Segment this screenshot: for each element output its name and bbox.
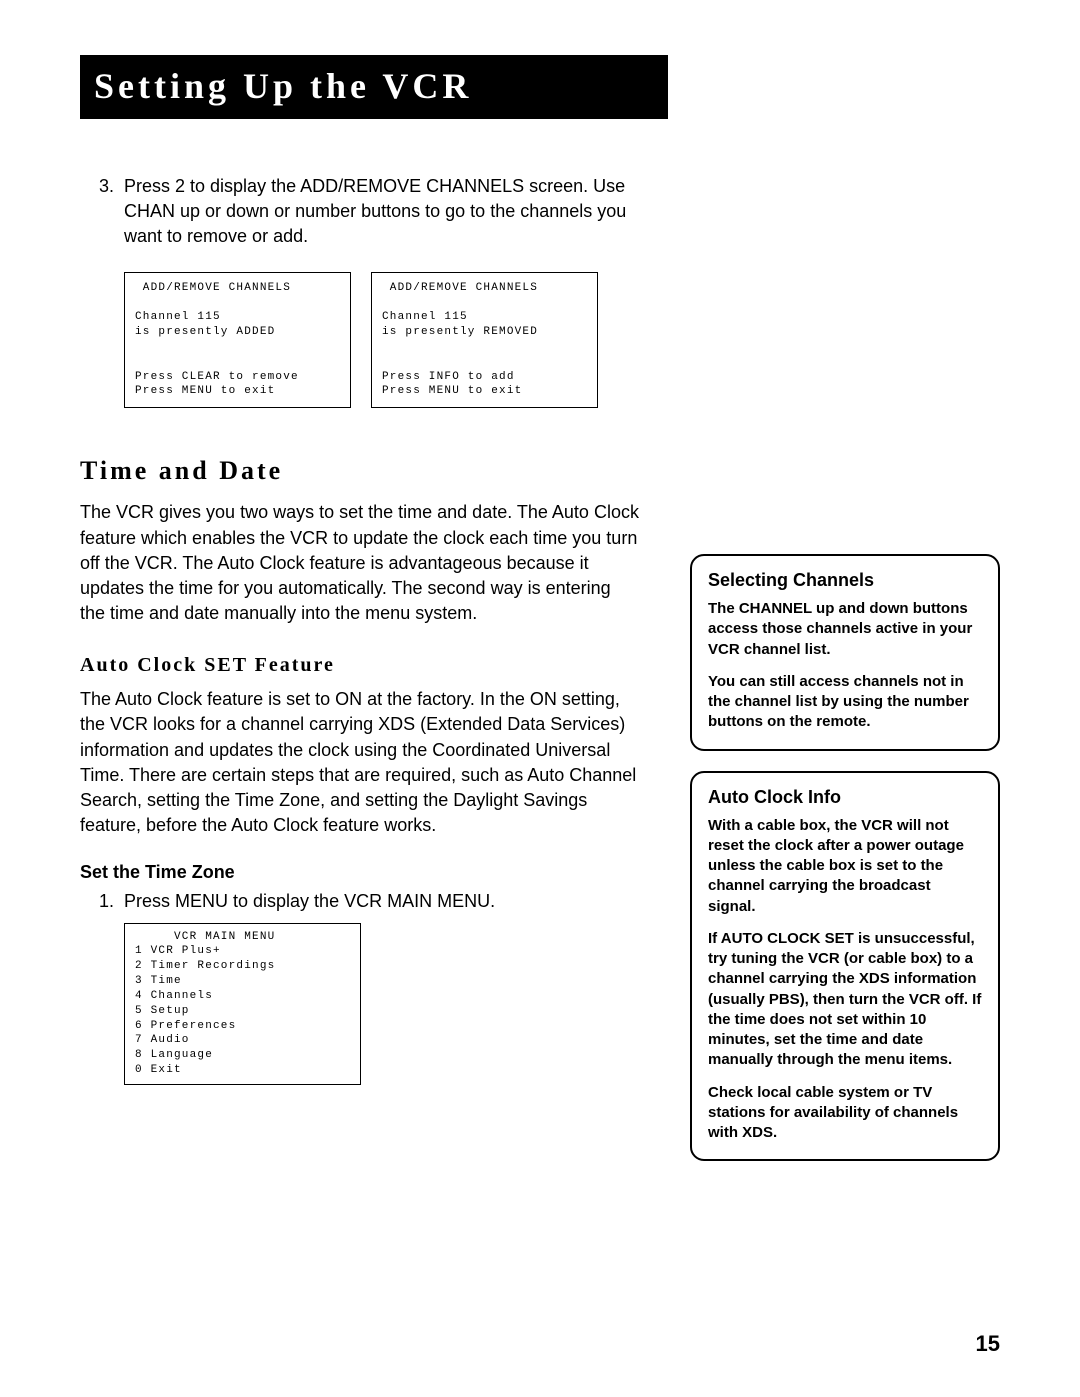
step-1-text: Press MENU to display the VCR MAIN MENU. [124,889,640,914]
sidebar-selecting-channels-p1: The CHANNEL up and down buttons access t… [708,599,982,660]
page-title: Setting Up the VCR [94,66,472,106]
osd-row-channels: ADD/REMOVE CHANNELS Channel 115 is prese… [124,272,640,409]
content-row: 3. Press 2 to display the ADD/REMOVE CHA… [80,174,1000,1181]
sidebar-title-auto-clock-info: Auto Clock Info [708,787,982,808]
heading-set-time-zone: Set the Time Zone [80,862,640,883]
paragraph-auto-clock-set: The Auto Clock feature is set to ON at t… [80,687,640,838]
sidebar-auto-clock-info-p1: With a cable box, the VCR will not reset… [708,816,982,917]
osd-add-remove-added: ADD/REMOVE CHANNELS Channel 115 is prese… [124,272,351,409]
page-title-bar: Setting Up the VCR [80,55,668,119]
heading-auto-clock-set-feature: Auto Clock SET Feature [80,654,640,677]
right-column: Selecting Channels The CHANNEL up and do… [690,554,1000,1181]
sidebar-title-selecting-channels: Selecting Channels [708,570,982,591]
heading-time-and-date: Time and Date [80,456,640,486]
step-1-number: 1. [80,889,124,914]
sidebar-selecting-channels: Selecting Channels The CHANNEL up and do… [690,554,1000,751]
step-3-number: 3. [80,174,124,250]
step-3: 3. Press 2 to display the ADD/REMOVE CHA… [80,174,640,250]
sidebar-auto-clock-info-p3: Check local cable system or TV stations … [708,1083,982,1144]
paragraph-time-and-date: The VCR gives you two ways to set the ti… [80,500,640,626]
sidebar-auto-clock-info: Auto Clock Info With a cable box, the VC… [690,771,1000,1162]
sidebar-selecting-channels-p2: You can still access channels not in the… [708,672,982,733]
sidebar-auto-clock-info-p2: If AUTO CLOCK SET is unsuccessful, try t… [708,929,982,1071]
step-set-time-zone-1: 1. Press MENU to display the VCR MAIN ME… [80,889,640,914]
page: Setting Up the VCR 3. Press 2 to display… [0,0,1080,1397]
left-column: 3. Press 2 to display the ADD/REMOVE CHA… [80,174,640,1085]
osd-vcr-main-menu: VCR MAIN MENU 1 VCR Plus+ 2 Timer Record… [124,923,361,1085]
step-3-text: Press 2 to display the ADD/REMOVE CHANNE… [124,174,640,250]
osd-add-remove-removed: ADD/REMOVE CHANNELS Channel 115 is prese… [371,272,598,409]
page-number: 15 [976,1331,1000,1357]
